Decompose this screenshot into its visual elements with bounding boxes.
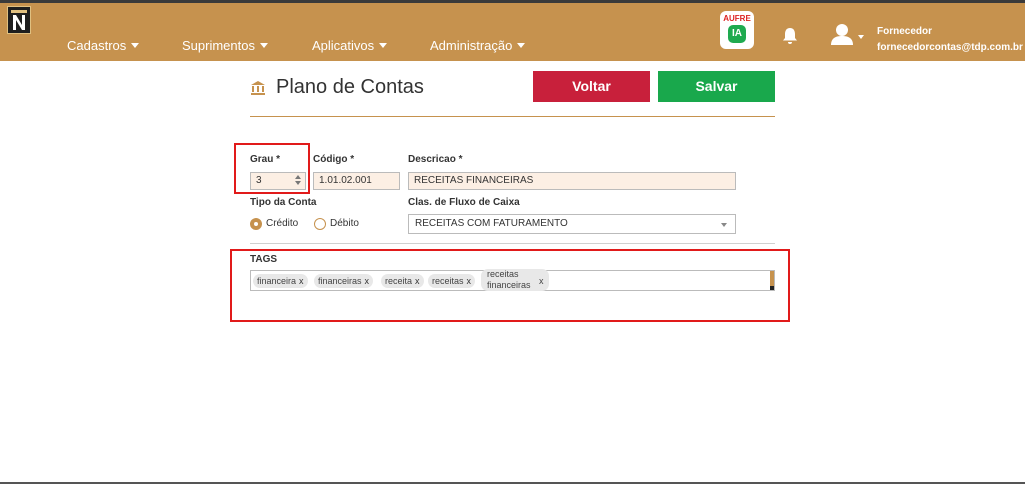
tags-input-handle[interactable] (770, 271, 774, 290)
user-email: fornecedorcontas@tdp.com.br (877, 42, 1023, 53)
user-avatar-icon[interactable] (830, 23, 854, 45)
section-divider (250, 243, 775, 244)
page-title: Plano de Contas (276, 76, 424, 98)
codigo-label: Código * (313, 154, 355, 165)
fluxo-value: RECEITAS COM FATURAMENTO (415, 218, 568, 229)
brand-logo[interactable] (7, 6, 31, 34)
descricao-field[interactable]: RECEITAS FINANCEIRAS (408, 172, 736, 190)
ia-badge: IA (728, 25, 746, 43)
aufre-label: AUFRE (723, 14, 751, 23)
chevron-down-icon (721, 223, 727, 227)
chevron-down-icon (131, 43, 140, 48)
fluxo-select[interactable]: RECEITAS COM FATURAMENTO (408, 214, 736, 234)
tag-chip[interactable]: financeiras x (314, 274, 374, 288)
chevron-down-icon (259, 43, 268, 48)
nav-suprimentos[interactable]: Suprimentos (182, 38, 268, 53)
bell-icon[interactable] (782, 27, 798, 45)
tag-chip[interactable]: receita x (381, 274, 424, 288)
tipo-conta-label: Tipo da Conta (250, 197, 317, 208)
nav-aplicativos[interactable]: Aplicativos (312, 38, 388, 53)
chevron-down-icon (379, 43, 388, 48)
radio-debito[interactable] (314, 218, 326, 230)
grau-value: 3 (256, 175, 262, 186)
tag-remove-icon[interactable]: x (365, 276, 370, 286)
chevron-down-icon (517, 43, 526, 48)
tag-remove-icon[interactable]: x (467, 276, 472, 286)
tag-remove-icon[interactable]: x (415, 276, 420, 286)
save-button[interactable]: Salvar (658, 71, 775, 102)
fluxo-label: Clas. de Fluxo de Caixa (408, 197, 520, 208)
back-button[interactable]: Voltar (533, 71, 650, 102)
top-navbar: Cadastros Suprimentos Aplicativos Admini… (0, 0, 1025, 61)
stepper-arrows-icon[interactable] (295, 175, 301, 185)
bank-icon (251, 81, 265, 95)
radio-credito-label[interactable]: Crédito (266, 218, 298, 229)
tag-chip[interactable]: receitas financeiras x (481, 269, 549, 291)
chevron-down-icon[interactable] (858, 35, 864, 39)
descricao-label: Descricao * (408, 154, 463, 165)
grau-label: Grau * (250, 154, 281, 165)
tags-label: TAGS (250, 254, 278, 265)
tag-chip[interactable]: receitas x (428, 274, 476, 288)
grau-stepper[interactable]: 3 (250, 172, 306, 190)
header-divider (250, 116, 775, 117)
tag-remove-icon[interactable]: x (299, 276, 304, 286)
codigo-field[interactable]: 1.01.02.001 (313, 172, 400, 190)
aufre-ia-button[interactable]: AUFRE IA (720, 11, 754, 49)
nav-cadastros[interactable]: Cadastros (67, 38, 140, 53)
user-name: Fornecedor (877, 26, 933, 37)
radio-credito[interactable] (250, 218, 262, 230)
tags-input[interactable]: financeira x financeiras x receita x receit… (250, 269, 775, 291)
radio-debito-label[interactable]: Débito (330, 218, 359, 229)
tag-remove-icon[interactable]: x (539, 276, 544, 286)
logo-icon (11, 10, 27, 30)
tag-chip[interactable]: financeira x (253, 274, 308, 288)
nav-administracao[interactable]: Administração (430, 38, 526, 53)
